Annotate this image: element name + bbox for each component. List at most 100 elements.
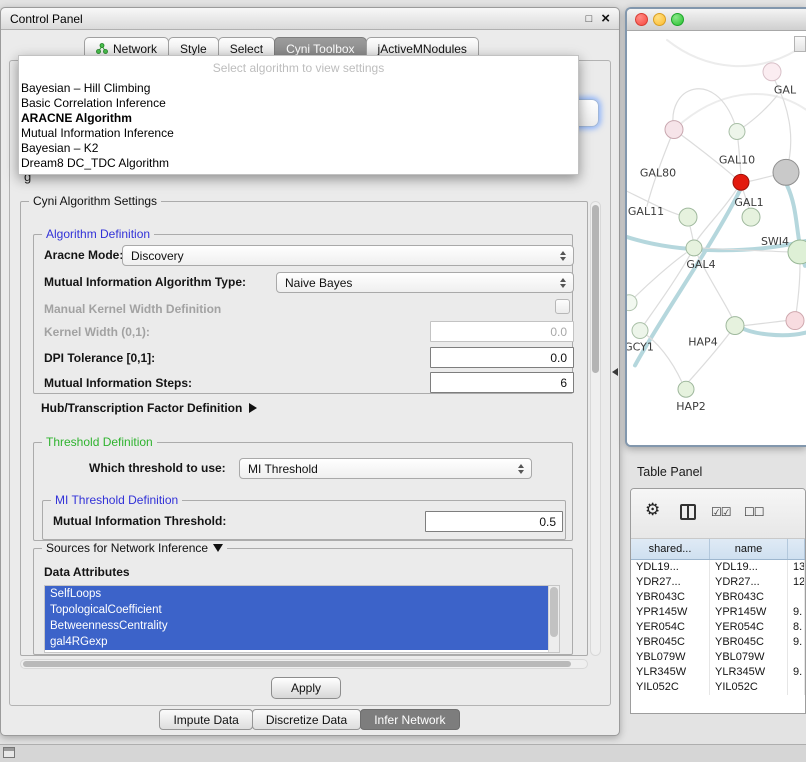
sources-for-network-inference-group: Sources for Network Inference Data Attri… bbox=[33, 548, 573, 655]
table-column-header[interactable]: shared... bbox=[631, 539, 710, 559]
traffic-close-button[interactable] bbox=[635, 13, 648, 26]
manual-kernel-width-checkbox[interactable] bbox=[555, 299, 570, 314]
table-row[interactable]: YBL079WYBL079W bbox=[631, 650, 805, 665]
dpi-tolerance-input[interactable]: 0.0 bbox=[430, 347, 574, 368]
network-window-titlebar[interactable] bbox=[627, 9, 806, 31]
settings-horizontal-scrollbar[interactable] bbox=[20, 659, 588, 669]
table-row[interactable]: YPR145WYPR145W9. bbox=[631, 605, 805, 620]
collapse-panel-arrow-icon[interactable] bbox=[612, 368, 618, 376]
expand-right-icon bbox=[249, 403, 257, 413]
algorithm-option[interactable]: Mutual Information Inference bbox=[19, 126, 578, 141]
attribute-item[interactable]: TopologicalCoefficient bbox=[45, 602, 548, 618]
algorithm-option[interactable]: ARACNE Algorithm bbox=[19, 111, 578, 126]
table-row[interactable]: YBR045CYBR045C9. bbox=[631, 635, 805, 650]
data-attributes-list[interactable]: SelfLoopsTopologicalCoefficientBetweenne… bbox=[44, 585, 560, 653]
table-cell: YIL052C bbox=[710, 680, 788, 695]
sources-expander[interactable]: Sources for Network Inference bbox=[42, 541, 227, 555]
table-cell: YER054C bbox=[710, 620, 788, 635]
algorithm-dropdown-list: Bayesian – Hill ClimbingBasic Correlatio… bbox=[19, 81, 578, 171]
attribute-item[interactable]: SelfLoops bbox=[45, 586, 548, 602]
algorithm-option[interactable]: Bayesian – K2 bbox=[19, 141, 578, 156]
column-selector-icon[interactable] bbox=[680, 504, 696, 520]
table-column-header[interactable] bbox=[788, 539, 805, 559]
aracne-mode-select[interactable]: Discovery bbox=[122, 245, 574, 266]
network-node[interactable] bbox=[686, 240, 702, 256]
table-panel-title: Table Panel bbox=[637, 465, 702, 479]
tab-impute-data[interactable]: Impute Data bbox=[159, 709, 252, 730]
cyni-bottom-tabs: Impute Data Discretize Data Infer Networ… bbox=[1, 709, 619, 730]
algorithm-definition-group: Algorithm Definition Aracne Mode: Discov… bbox=[33, 234, 573, 394]
deselect-all-checkboxes-icon[interactable]: ☐☐ bbox=[744, 505, 764, 519]
table-row[interactable]: YDR27...YDR27...12 bbox=[631, 575, 805, 590]
network-edge bbox=[744, 321, 786, 326]
table-cell: YLR345W bbox=[631, 665, 710, 680]
table-panel-window: ⚙ ☑☑ ☐☐ shared...name YDL19...YDL19...13… bbox=[630, 488, 806, 714]
traffic-zoom-button[interactable] bbox=[671, 13, 684, 26]
tab-discretize-data[interactable]: Discretize Data bbox=[252, 709, 361, 730]
table-row[interactable]: YIL052CYIL052C bbox=[631, 680, 805, 695]
network-node[interactable] bbox=[786, 312, 804, 330]
settings-vertical-scrollbar[interactable] bbox=[590, 201, 601, 656]
mi-algorithm-type-select[interactable]: Naive Bayes bbox=[276, 272, 574, 293]
which-threshold-select[interactable]: MI Threshold bbox=[239, 458, 532, 479]
network-node[interactable] bbox=[726, 317, 744, 335]
table-cell: YER054C bbox=[631, 620, 710, 635]
apply-button[interactable]: Apply bbox=[271, 677, 341, 699]
network-canvas[interactable]: GALGAL80GAL10GAL11GAL1SWI4GAL4GCY1HAP4HA… bbox=[627, 32, 806, 445]
network-node[interactable] bbox=[763, 63, 781, 81]
close-window-button[interactable]: × bbox=[601, 11, 610, 26]
table-cell: YDR27... bbox=[710, 575, 788, 590]
table-header: shared...name bbox=[631, 539, 805, 560]
hub-transcription-factor-expander[interactable]: Hub/Transcription Factor Definition bbox=[41, 401, 257, 415]
table-cell: YBR045C bbox=[631, 635, 710, 650]
kernel-width-label: Kernel Width (0,1): bbox=[44, 325, 150, 339]
tab-infer-network[interactable]: Infer Network bbox=[360, 709, 459, 730]
settings-group-title: Cyni Algorithm Settings bbox=[29, 194, 161, 208]
algorithm-option[interactable]: Basic Correlation Inference bbox=[19, 96, 578, 111]
network-node[interactable] bbox=[733, 174, 749, 190]
attributes-list-scrollbar[interactable] bbox=[548, 586, 559, 652]
table-cell: YDL19... bbox=[710, 560, 788, 575]
network-node[interactable] bbox=[729, 124, 745, 140]
network-scrollbar-stub[interactable] bbox=[794, 36, 806, 52]
table-row[interactable]: YDL19...YDL19...13 bbox=[631, 560, 805, 575]
algorithm-option[interactable]: Bayesian – Hill Climbing bbox=[19, 81, 578, 96]
combo-arrows-icon bbox=[557, 273, 569, 292]
network-node[interactable] bbox=[678, 381, 694, 397]
table-row[interactable]: YLR345WYLR345W9. bbox=[631, 665, 805, 680]
scrollbar-thumb[interactable] bbox=[592, 205, 599, 373]
network-node[interactable] bbox=[742, 208, 760, 226]
table-row[interactable]: YER054CYER054C8. bbox=[631, 620, 805, 635]
table-column-header[interactable]: name bbox=[710, 539, 788, 559]
network-node[interactable] bbox=[679, 208, 697, 226]
network-node-label: GAL11 bbox=[628, 205, 664, 218]
table-row[interactable]: YBR043CYBR043C bbox=[631, 590, 805, 605]
threshold-definition-title: Threshold Definition bbox=[42, 435, 157, 449]
network-node[interactable] bbox=[632, 323, 648, 339]
attribute-item[interactable]: gal4RGexp bbox=[45, 634, 548, 650]
mi-steps-input[interactable]: 6 bbox=[430, 372, 574, 393]
mi-steps-label: Mutual Information Steps: bbox=[44, 376, 192, 390]
network-node[interactable] bbox=[665, 121, 683, 139]
float-window-button[interactable]: □ bbox=[586, 13, 593, 25]
scrollbar-thumb[interactable] bbox=[550, 587, 558, 637]
select-all-checkboxes-icon[interactable]: ☑☑ bbox=[711, 505, 731, 519]
attribute-item[interactable]: BetweennessCentrality bbox=[45, 618, 548, 634]
threshold-definition-group: Threshold Definition Which threshold to … bbox=[33, 442, 573, 541]
network-node-label: HAP4 bbox=[688, 336, 717, 349]
network-node-label: GCY1 bbox=[627, 340, 654, 353]
table-cell: YBR045C bbox=[710, 635, 788, 650]
network-node-label: GAL bbox=[774, 84, 797, 97]
control-panel-titlebar[interactable]: Control Panel □ × bbox=[1, 8, 619, 30]
algorithm-option[interactable]: Dream8 DC_TDC Algorithm bbox=[19, 156, 578, 171]
scrollbar-thumb[interactable] bbox=[23, 661, 571, 667]
window-buttons: □ × bbox=[586, 11, 610, 26]
algorithm-dropdown-popup: Select algorithm to view settings Bayesi… bbox=[18, 55, 579, 175]
minimized-panel-icon[interactable] bbox=[3, 747, 15, 758]
kernel-width-input[interactable]: 0.0 bbox=[430, 321, 574, 342]
gear-icon[interactable]: ⚙ bbox=[645, 501, 660, 518]
mi-threshold-definition-group: MI Threshold Definition Mutual Informati… bbox=[42, 500, 566, 540]
traffic-minimize-button[interactable] bbox=[653, 13, 666, 26]
network-node[interactable] bbox=[773, 159, 799, 185]
mi-threshold-input[interactable]: 0.5 bbox=[425, 511, 563, 532]
